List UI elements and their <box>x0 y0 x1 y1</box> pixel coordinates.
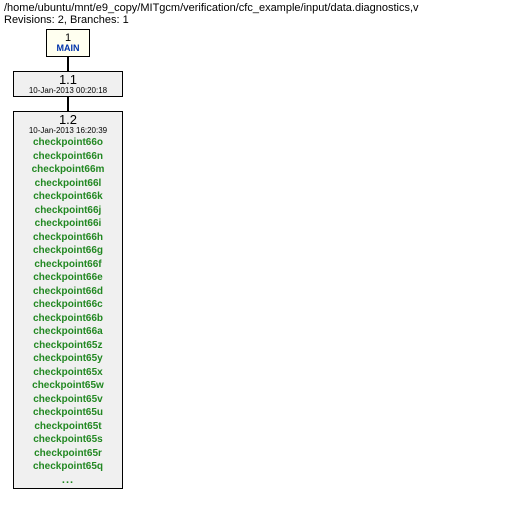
revision-tag: checkpoint65x <box>33 366 102 380</box>
revision-tag: checkpoint66i <box>35 217 102 231</box>
revision-tag: checkpoint65w <box>32 379 104 393</box>
revision-tag: checkpoint66k <box>33 190 102 204</box>
branch-name: MAIN <box>47 44 89 53</box>
revision-tag: checkpoint65z <box>34 339 103 353</box>
revision-node-1-2[interactable]: 1.2 10-Jan-2013 16:20:39 checkpoint66och… <box>13 111 123 489</box>
revision-tag: checkpoint66c <box>33 298 102 312</box>
ellipsis-icon: ... <box>14 475 122 487</box>
revision-tag: checkpoint66o <box>33 136 103 150</box>
revision-tag: checkpoint66n <box>33 150 103 164</box>
revision-tag: checkpoint66e <box>33 271 102 285</box>
connector-line <box>67 57 69 71</box>
revision-tag: checkpoint66g <box>33 244 103 258</box>
revisions-line: Revisions: 2, Branches: 1 <box>4 14 502 26</box>
revision-tag: checkpoint65s <box>33 433 102 447</box>
revision-tag: checkpoint66h <box>33 231 103 245</box>
revision-tag: checkpoint65u <box>33 406 103 420</box>
revision-version: 1.1 <box>14 73 122 87</box>
branch-node-main[interactable]: 1 MAIN <box>46 29 90 57</box>
revision-tag: checkpoint65r <box>34 447 102 461</box>
file-header: /home/ubuntu/mnt/e9_copy/MITgcm/verifica… <box>0 0 506 27</box>
revision-tag: checkpoint66b <box>33 312 103 326</box>
connector-line <box>67 97 69 111</box>
revision-tag: checkpoint65y <box>33 352 102 366</box>
revision-date: 10-Jan-2013 16:20:39 <box>14 127 122 135</box>
revision-tag: checkpoint65q <box>33 460 103 474</box>
revision-tag: checkpoint65v <box>33 393 102 407</box>
revision-version: 1.2 <box>14 112 122 127</box>
revision-tag: checkpoint66l <box>35 177 102 191</box>
revision-tag: checkpoint65t <box>34 420 101 434</box>
revision-tag: checkpoint66d <box>33 285 103 299</box>
revision-tag: checkpoint66m <box>32 163 105 177</box>
revision-node-1-1[interactable]: 1.1 10-Jan-2013 00:20:18 <box>13 71 123 97</box>
revision-tag: checkpoint66j <box>35 204 102 218</box>
revision-tag: checkpoint66a <box>33 325 102 339</box>
revision-date: 10-Jan-2013 00:20:18 <box>14 87 122 95</box>
revision-tags: checkpoint66ocheckpoint66ncheckpoint66mc… <box>14 136 122 474</box>
revision-tag: checkpoint66f <box>34 258 101 272</box>
file-path: /home/ubuntu/mnt/e9_copy/MITgcm/verifica… <box>4 2 502 14</box>
